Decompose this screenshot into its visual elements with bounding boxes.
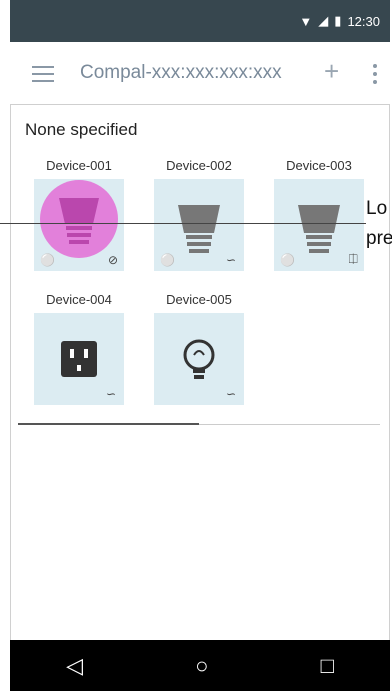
more-vertical-icon[interactable] — [372, 64, 378, 84]
app-title: Compal-xxx:xxx:xxx:xxx — [80, 62, 282, 83]
navigation-bar: ◁ ○ □ — [10, 640, 390, 691]
wifi-icon: ∽ — [105, 387, 116, 401]
wifi-signal-icon: ▼ — [299, 13, 313, 29]
callout-line2: pre — [366, 228, 392, 249]
device-label: Device-002 — [166, 158, 232, 173]
device-card[interactable]: Device-004 ∽ — [24, 292, 134, 405]
device-tile[interactable]: ∽ — [154, 313, 244, 405]
status-time: 12:30 — [347, 13, 380, 29]
bulb-icon — [59, 198, 99, 244]
battery-icon: ▮ — [334, 13, 342, 28]
device-tile[interactable]: ∽ — [34, 313, 124, 405]
wifi-icon: ∽ — [225, 387, 236, 401]
progress-indicator — [18, 423, 199, 425]
device-card[interactable]: Device-003 ⚪ ⎅ — [264, 158, 374, 271]
plus-icon[interactable]: + — [324, 58, 339, 84]
callout-line1: Lo — [366, 198, 388, 219]
back-icon[interactable]: ◁ — [66, 653, 83, 679]
callout-text: Lo pre — [366, 194, 392, 254]
device-card[interactable]: Device-002 ⚪ ∽ — [144, 158, 254, 271]
status-bar: ▼ ◢ ▮ 12:30 — [10, 0, 390, 42]
device-label: Device-001 — [46, 158, 112, 173]
device-label: Device-004 — [46, 292, 112, 307]
device-tile[interactable]: ⚪ ∽ — [154, 179, 244, 271]
device-tile[interactable]: ⚪ ⎅ — [274, 179, 364, 271]
bulb-small-icon: ⚪ — [160, 253, 175, 267]
bulb-small-icon: ⚪ — [280, 253, 295, 267]
hamburger-menu-icon[interactable] — [32, 66, 54, 82]
recent-apps-icon[interactable]: □ — [321, 653, 334, 679]
wifi-icon: ∽ — [225, 253, 236, 267]
device-label: Device-003 — [286, 158, 352, 173]
app-bar: Compal-xxx:xxx:xxx:xxx + — [10, 42, 390, 105]
callout-line — [0, 223, 366, 224]
bluetooth-icon: ⎅ — [348, 252, 358, 266]
section-title: None specified — [25, 120, 138, 139]
home-icon[interactable]: ○ — [195, 653, 208, 679]
cell-signal-icon: ◢ — [318, 13, 329, 28]
device-card[interactable]: Device-005 ∽ — [144, 292, 254, 405]
touch-highlight-circle — [40, 180, 118, 258]
scroll-divider — [18, 423, 380, 425]
device-label: Device-005 — [166, 292, 232, 307]
